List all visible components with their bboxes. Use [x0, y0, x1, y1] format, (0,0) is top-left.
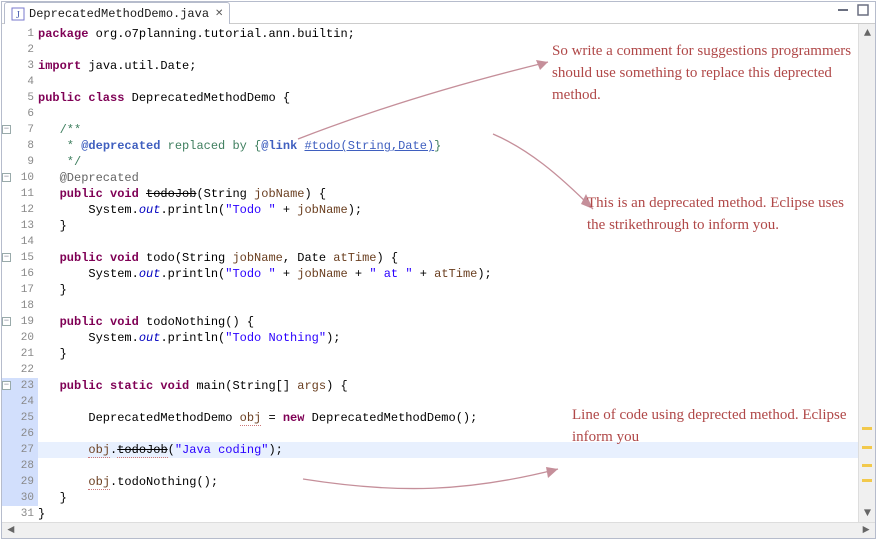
view-toolbar	[837, 4, 869, 16]
line-number[interactable]: 13	[2, 218, 38, 234]
line-number[interactable]: 18	[2, 298, 38, 314]
code-line[interactable]	[38, 42, 858, 58]
fold-toggle-icon[interactable]: −	[2, 125, 11, 134]
line-number[interactable]: 19−	[2, 314, 38, 330]
code-line[interactable]: obj.todoJob("Java coding");	[38, 442, 858, 458]
fold-toggle-icon[interactable]: −	[2, 253, 11, 262]
line-gutter[interactable]: 1234567−8910−1112131415−16171819−2021222…	[2, 24, 38, 521]
maximize-icon[interactable]	[857, 4, 869, 16]
code-line[interactable]: DeprecatedMethodDemo obj = new Deprecate…	[38, 410, 858, 426]
editor-body: 1234567−8910−1112131415−16171819−2021222…	[2, 24, 875, 521]
scroll-down-icon[interactable]: ▼	[859, 505, 875, 522]
code-line[interactable]	[38, 74, 858, 90]
java-file-icon: J	[11, 7, 25, 21]
scroll-left-icon[interactable]: ◄	[4, 523, 18, 537]
code-editor[interactable]: package org.o7planning.tutorial.ann.buil…	[38, 24, 858, 521]
minimize-icon[interactable]	[837, 4, 849, 16]
code-line[interactable]	[38, 106, 858, 122]
line-number[interactable]: 22	[2, 362, 38, 378]
line-number[interactable]: 28	[2, 458, 38, 474]
code-line[interactable]: package org.o7planning.tutorial.ann.buil…	[38, 26, 858, 42]
code-line[interactable]	[38, 458, 858, 474]
overview-ruler-mark[interactable]	[862, 427, 872, 430]
code-line[interactable]: @Deprecated	[38, 170, 858, 186]
line-number[interactable]: 11	[2, 186, 38, 202]
vertical-scrollbar[interactable]: ▲ ▼	[858, 24, 875, 521]
line-number[interactable]: 14	[2, 234, 38, 250]
line-number[interactable]: 21	[2, 346, 38, 362]
scroll-up-icon[interactable]: ▲	[859, 24, 875, 41]
code-line[interactable]: }	[38, 490, 858, 506]
code-line[interactable]: }	[38, 346, 858, 362]
code-line[interactable]: System.out.println("Todo " + jobName + "…	[38, 266, 858, 282]
code-line[interactable]	[38, 234, 858, 250]
code-line[interactable]	[38, 362, 858, 378]
code-line[interactable]: }	[38, 218, 858, 234]
code-line[interactable]	[38, 394, 858, 410]
editor-tab-active[interactable]: J DeprecatedMethodDemo.java ✕	[4, 2, 230, 24]
fold-toggle-icon[interactable]: −	[2, 173, 11, 182]
code-line[interactable]: import java.util.Date;	[38, 58, 858, 74]
line-number[interactable]: 30	[2, 490, 38, 506]
line-number[interactable]: 16	[2, 266, 38, 282]
code-line[interactable]: public void todo(String jobName, Date at…	[38, 250, 858, 266]
code-line[interactable]: }	[38, 282, 858, 298]
line-number[interactable]: 3	[2, 58, 38, 74]
tab-bar: J DeprecatedMethodDemo.java ✕	[2, 2, 875, 24]
code-line[interactable]	[38, 426, 858, 442]
line-number[interactable]: 29	[2, 474, 38, 490]
line-number[interactable]: 25	[2, 410, 38, 426]
line-number[interactable]: 1	[2, 26, 38, 42]
line-number[interactable]: 5	[2, 90, 38, 106]
code-line[interactable]	[38, 298, 858, 314]
fold-toggle-icon[interactable]: −	[2, 317, 11, 326]
scroll-right-icon[interactable]: ►	[859, 523, 873, 537]
line-number[interactable]: 8	[2, 138, 38, 154]
code-line[interactable]: */	[38, 154, 858, 170]
line-number[interactable]: 9	[2, 154, 38, 170]
code-line[interactable]: public void todoNothing() {	[38, 314, 858, 330]
code-line[interactable]: /**	[38, 122, 858, 138]
overview-ruler-mark[interactable]	[862, 479, 872, 482]
svg-text:J: J	[16, 10, 20, 21]
line-number[interactable]: 26	[2, 426, 38, 442]
code-line[interactable]: System.out.println("Todo " + jobName);	[38, 202, 858, 218]
line-number[interactable]: 27	[2, 442, 38, 458]
close-icon[interactable]: ✕	[215, 8, 223, 20]
horizontal-scrollbar[interactable]: ◄ ►	[2, 522, 875, 538]
line-number[interactable]: 12	[2, 202, 38, 218]
overview-ruler-mark[interactable]	[862, 464, 872, 467]
line-number[interactable]: 24	[2, 394, 38, 410]
line-number[interactable]: 20	[2, 330, 38, 346]
editor-window: J DeprecatedMethodDemo.java ✕ 1234567−89…	[1, 1, 876, 539]
line-number[interactable]: 4	[2, 74, 38, 90]
code-line[interactable]: public class DeprecatedMethodDemo {	[38, 90, 858, 106]
code-line[interactable]: obj.todoNothing();	[38, 474, 858, 490]
line-number[interactable]: 15−	[2, 250, 38, 266]
code-line[interactable]: }	[38, 506, 858, 521]
overview-ruler-mark[interactable]	[862, 446, 872, 449]
code-line[interactable]: System.out.println("Todo Nothing");	[38, 330, 858, 346]
line-number[interactable]: 23−	[2, 378, 38, 394]
code-line[interactable]: * @deprecated replaced by {@link #todo(S…	[38, 138, 858, 154]
code-line[interactable]: public void todoJob(String jobName) {	[38, 186, 858, 202]
line-number[interactable]: 2	[2, 42, 38, 58]
code-line[interactable]: public static void main(String[] args) {	[38, 378, 858, 394]
fold-toggle-icon[interactable]: −	[2, 381, 11, 390]
line-number[interactable]: 7−	[2, 122, 38, 138]
line-number[interactable]: 10−	[2, 170, 38, 186]
line-number[interactable]: 31	[2, 506, 38, 521]
line-number[interactable]: 6	[2, 106, 38, 122]
tab-filename: DeprecatedMethodDemo.java	[29, 7, 209, 21]
line-number[interactable]: 17	[2, 282, 38, 298]
